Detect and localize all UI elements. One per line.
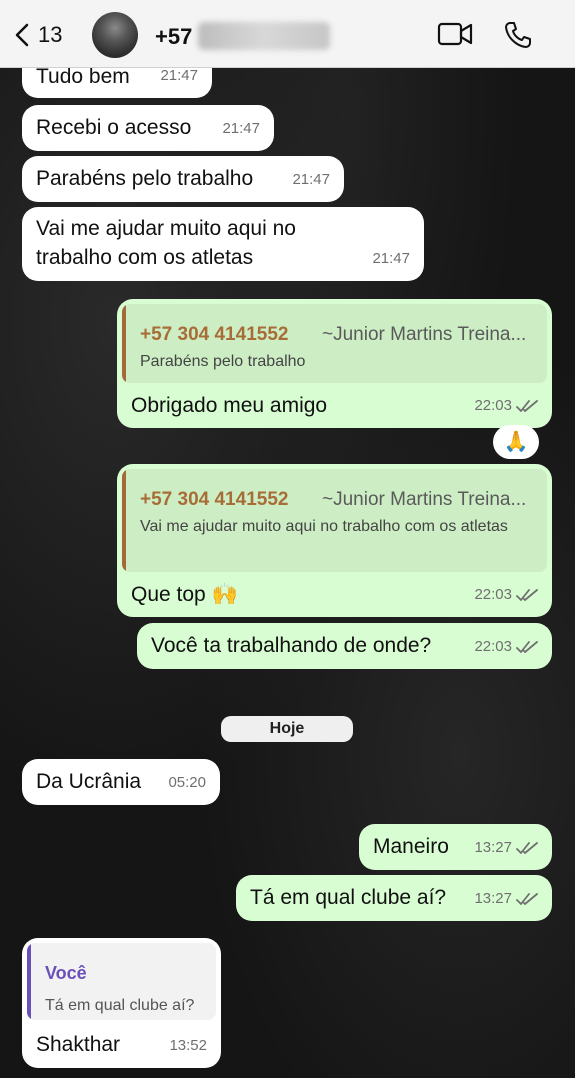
quoted-sender-name: ~Junior Martins Treina... — [322, 489, 527, 510]
read-ticks-icon — [516, 640, 538, 653]
message-time: 21:47 — [372, 250, 410, 267]
message-time: 22:03 — [474, 580, 538, 609]
reaction-badge[interactable]: 🙏 — [493, 425, 539, 459]
message-time: 13:27 — [474, 884, 538, 913]
back-button[interactable]: 13 — [14, 22, 62, 48]
message-bubble[interactable]: Você ta trabalhando de onde? 22:03 — [137, 623, 552, 669]
chat-header: 13 +57 — [0, 0, 575, 68]
quoted-text: Parabéns pelo trabalho — [140, 353, 306, 370]
quoted-message[interactable]: Você Tá em qual clube aí? — [27, 943, 216, 1020]
message-bubble[interactable]: Tá em qual clube aí? 13:27 — [236, 875, 552, 921]
message-time: 21:47 — [222, 120, 260, 137]
quoted-sender: Você — [45, 963, 87, 983]
unread-count: 13 — [38, 22, 63, 47]
message-time: 13:27 — [474, 833, 538, 862]
quoted-message[interactable]: +57 304 4141552 ~Junior Martins Treina..… — [122, 469, 547, 572]
video-camera-icon[interactable] — [437, 20, 473, 48]
contact-number-redacted — [198, 22, 330, 50]
read-ticks-icon — [516, 588, 538, 601]
quoted-text: Tá em qual clube aí? — [45, 997, 195, 1014]
quoted-text: Vai me ajudar muito aqui no trabalho com… — [140, 518, 508, 535]
read-ticks-icon — [516, 841, 538, 854]
date-separator: Hoje — [221, 716, 353, 742]
message-text: Maneiro — [373, 835, 449, 858]
message-text: Tá em qual clube aí? — [250, 886, 447, 909]
message-bubble[interactable]: +57 304 4141552 ~Junior Martins Treina..… — [117, 299, 552, 428]
message-text: Parabéns pelo trabalho — [36, 167, 254, 190]
message-text: Vai me ajudar muito aqui no trabalho com… — [36, 217, 296, 269]
message-time: 22:03 — [474, 632, 538, 661]
message-time: 05:20 — [168, 774, 206, 791]
message-bubble[interactable]: Você Tá em qual clube aí? Shakthar 13:52 — [22, 938, 221, 1068]
message-text: Da Ucrânia — [36, 770, 142, 793]
message-text: Shakthar — [36, 1033, 121, 1056]
message-time: 13:52 — [169, 1037, 207, 1054]
message-time: 21:47 — [292, 171, 330, 188]
message-bubble[interactable]: Parabéns pelo trabalho 21:47 — [22, 156, 344, 202]
message-bubble[interactable]: Maneiro 13:27 — [359, 824, 552, 870]
message-bubble[interactable]: +57 304 4141552 ~Junior Martins Treina..… — [117, 464, 552, 617]
read-ticks-icon — [516, 892, 538, 905]
quoted-sender-name: ~Junior Martins Treina... — [322, 324, 527, 345]
message-time: 22:03 — [474, 391, 538, 420]
quoted-sender: +57 304 4141552 — [140, 324, 289, 345]
message-text: Que top 🙌 — [131, 583, 238, 606]
quoted-sender: +57 304 4141552 — [140, 489, 289, 510]
message-text: Você ta trabalhando de onde? — [151, 634, 432, 657]
message-bubble[interactable]: Vai me ajudar muito aqui no trabalho com… — [22, 207, 424, 281]
message-bubble[interactable]: Da Ucrânia 05:20 — [22, 759, 220, 805]
chevron-left-icon — [15, 23, 29, 47]
quoted-message[interactable]: +57 304 4141552 ~Junior Martins Treina..… — [122, 304, 547, 383]
message-bubble[interactable]: Recebi o acesso 21:47 — [22, 105, 274, 151]
avatar[interactable] — [92, 12, 138, 58]
message-text: Recebi o acesso — [36, 116, 192, 139]
phone-icon[interactable] — [503, 20, 533, 50]
contact-name[interactable]: +57 — [155, 24, 192, 50]
read-ticks-icon — [516, 399, 538, 412]
message-text: Obrigado meu amigo — [131, 394, 328, 417]
